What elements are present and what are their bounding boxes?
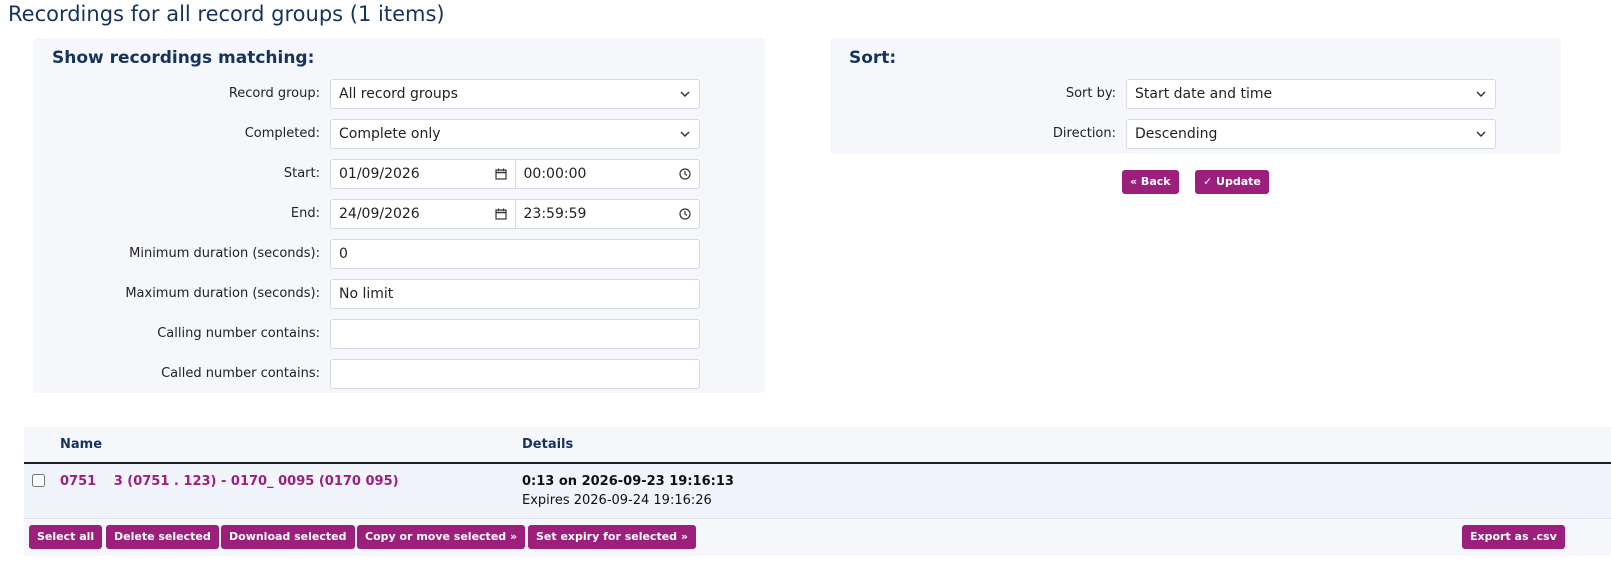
results-table: Name Details 0751 3 (0751 . 123) - 0170_… bbox=[24, 427, 1611, 573]
start-datetime: 01/09/2026 00:00:00 bbox=[330, 159, 700, 189]
end-date-value: 24/09/2026 bbox=[339, 206, 420, 222]
start-date-value: 01/09/2026 bbox=[339, 166, 420, 182]
start-time-value: 00:00:00 bbox=[523, 166, 587, 182]
select-all-button[interactable]: Select all bbox=[29, 525, 103, 549]
start-date-input[interactable]: 01/09/2026 bbox=[331, 160, 515, 188]
start-label: Start: bbox=[283, 166, 320, 181]
set-expiry-selected-button[interactable]: Set expiry for selected » bbox=[528, 525, 696, 549]
end-label: End: bbox=[290, 206, 320, 221]
end-date-input[interactable]: 24/09/2026 bbox=[331, 200, 515, 228]
column-name[interactable]: Name bbox=[60, 437, 102, 452]
called-number-label: Called number contains: bbox=[161, 366, 320, 381]
sort-by-value: Start date and time bbox=[1135, 86, 1273, 102]
delete-selected-button[interactable]: Delete selected bbox=[106, 525, 219, 549]
start-time-input[interactable]: 00:00:00 bbox=[514, 160, 700, 188]
sort-panel: Sort: Sort by: Start date and time Direc… bbox=[830, 38, 1561, 154]
direction-select[interactable]: Descending bbox=[1126, 119, 1496, 149]
table-row: 0751 3 (0751 . 123) - 0170_ 0095 (0170 0… bbox=[24, 464, 1611, 519]
chevron-down-icon bbox=[1476, 91, 1486, 98]
calling-number-input[interactable] bbox=[330, 319, 700, 349]
recording-duration-date: 0:13 on 2026-09-23 19:16:13 bbox=[522, 474, 734, 489]
called-number-input[interactable] bbox=[330, 359, 700, 389]
clock-icon[interactable] bbox=[679, 208, 691, 220]
calendar-icon[interactable] bbox=[494, 208, 507, 220]
recording-name-link[interactable]: 0751 3 (0751 . 123) - 0170_ 0095 (0170 0… bbox=[60, 474, 399, 489]
direction-label: Direction: bbox=[1052, 126, 1116, 141]
max-duration-label: Maximum duration (seconds): bbox=[125, 286, 320, 301]
back-button[interactable]: « Back bbox=[1122, 170, 1179, 194]
chevron-down-icon bbox=[1476, 131, 1486, 138]
sort-by-select[interactable]: Start date and time bbox=[1126, 79, 1496, 109]
calendar-icon[interactable] bbox=[494, 168, 507, 180]
filter-heading: Show recordings matching: bbox=[52, 48, 315, 68]
record-group-label: Record group: bbox=[228, 86, 320, 101]
row-select-checkbox[interactable] bbox=[32, 474, 45, 487]
end-time-value: 23:59:59 bbox=[523, 206, 587, 222]
end-datetime: 24/09/2026 23:59:59 bbox=[330, 199, 700, 229]
page-title: Recordings for all record groups (1 item… bbox=[8, 2, 445, 26]
download-selected-button[interactable]: Download selected bbox=[221, 525, 355, 549]
clock-icon[interactable] bbox=[679, 168, 691, 180]
column-details: Details bbox=[522, 437, 574, 452]
calling-number-label: Calling number contains: bbox=[157, 326, 320, 341]
export-csv-button[interactable]: Export as .csv bbox=[1462, 525, 1565, 549]
record-group-value: All record groups bbox=[339, 86, 458, 102]
record-group-select[interactable]: All record groups bbox=[330, 79, 700, 109]
end-time-input[interactable]: 23:59:59 bbox=[514, 200, 700, 228]
sort-heading: Sort: bbox=[849, 48, 897, 68]
filter-panel: Show recordings matching: Record group: … bbox=[33, 38, 765, 393]
update-button[interactable]: ✓ Update bbox=[1195, 170, 1269, 194]
copy-move-selected-button[interactable]: Copy or move selected » bbox=[357, 525, 526, 549]
results-footer: Select all Delete selected Download sele… bbox=[24, 519, 1611, 556]
max-duration-input[interactable]: No limit bbox=[330, 279, 700, 309]
results-header: Name Details bbox=[24, 427, 1611, 464]
recording-expiry: Expires 2026-09-24 19:16:26 bbox=[522, 493, 712, 508]
sort-by-label: Sort by: bbox=[1065, 86, 1116, 101]
min-duration-input[interactable]: 0 bbox=[330, 239, 700, 269]
direction-value: Descending bbox=[1135, 126, 1218, 142]
completed-label: Completed: bbox=[244, 126, 320, 141]
completed-select[interactable]: Complete only bbox=[330, 119, 700, 149]
min-duration-label: Minimum duration (seconds): bbox=[129, 246, 320, 261]
chevron-down-icon bbox=[680, 131, 690, 138]
completed-value: Complete only bbox=[339, 126, 441, 142]
chevron-down-icon bbox=[680, 91, 690, 98]
